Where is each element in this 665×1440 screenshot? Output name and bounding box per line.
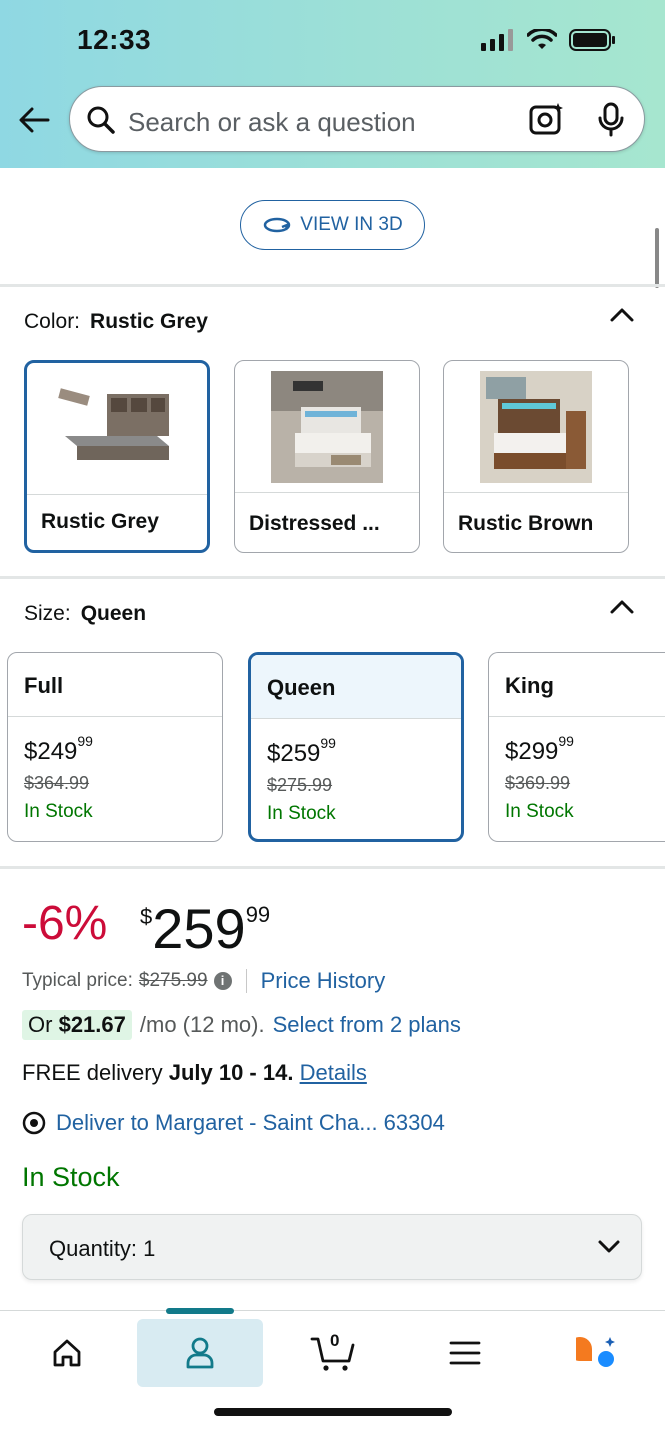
size-selected-value: Queen bbox=[80, 602, 147, 625]
location-pin-icon bbox=[22, 1111, 46, 1135]
monthly-suffix: /mo (12 mo). bbox=[139, 1012, 265, 1037]
current-price: $25999 bbox=[140, 896, 270, 961]
monthly-amount: $21.67 bbox=[58, 1012, 126, 1037]
color-option-distressed[interactable]: Distressed ... bbox=[234, 360, 420, 553]
delivery-details-link[interactable]: Details bbox=[300, 1060, 367, 1085]
size-option-stock: In Stock bbox=[505, 801, 574, 822]
rotate-3d-icon bbox=[264, 217, 291, 233]
product-thumbnail bbox=[235, 361, 419, 493]
size-option-list-price: $364.99 bbox=[24, 773, 90, 793]
scrollbar[interactable] bbox=[655, 228, 659, 288]
view-in-3d-label: VIEW IN 3D bbox=[300, 214, 403, 235]
search-icon bbox=[87, 106, 115, 134]
color-option-label: Distressed ... bbox=[249, 512, 380, 535]
person-icon bbox=[186, 1337, 214, 1369]
active-tab-indicator bbox=[166, 1308, 234, 1314]
search-input[interactable]: Search or ask a question bbox=[128, 107, 416, 138]
size-price-whole: $299 bbox=[505, 738, 559, 765]
bottom-nav: 0 bbox=[0, 1308, 665, 1440]
size-label: Size: bbox=[24, 602, 71, 625]
size-price-whole: $259 bbox=[267, 740, 321, 767]
discount-percent: -6% bbox=[22, 897, 108, 950]
battery-icon bbox=[569, 29, 615, 51]
home-icon bbox=[53, 1339, 81, 1367]
quantity-dropdown[interactable]: Quantity: 1 bbox=[22, 1214, 642, 1280]
size-option-price: $24999 bbox=[24, 733, 93, 766]
delivery-prefix: FREE delivery bbox=[22, 1060, 163, 1085]
size-option-full[interactable]: Full $24999 $364.99 In Stock bbox=[7, 652, 223, 842]
chevron-up-icon[interactable] bbox=[609, 598, 635, 616]
menu-icon bbox=[449, 1341, 481, 1365]
monthly-payment-row: Or $21.67 /mo (12 mo). Select from 2 pla… bbox=[22, 1010, 461, 1040]
monthly-amount-badge: Or $21.67 bbox=[22, 1010, 132, 1040]
price-currency: $ bbox=[140, 904, 153, 929]
home-indicator[interactable] bbox=[214, 1408, 452, 1416]
product-thumbnail bbox=[444, 361, 628, 493]
size-option-king[interactable]: King $29999 $369.99 In Stock bbox=[488, 652, 665, 842]
nav-rufus[interactable] bbox=[534, 1319, 660, 1387]
typical-price-row: Typical price: $275.99 i Price History bbox=[22, 968, 385, 994]
chevron-down-icon bbox=[598, 1240, 620, 1253]
size-option-queen[interactable]: Queen $25999 $275.99 In Stock bbox=[248, 652, 464, 842]
wifi-icon bbox=[527, 29, 557, 49]
back-arrow-icon[interactable] bbox=[16, 102, 52, 138]
size-price-whole: $249 bbox=[24, 738, 78, 765]
color-option-label: Rustic Brown bbox=[458, 512, 594, 535]
size-price-cents: 99 bbox=[77, 733, 93, 749]
color-label: Color: bbox=[24, 310, 81, 333]
status-icons bbox=[481, 28, 617, 52]
nav-cart[interactable]: 0 bbox=[270, 1319, 396, 1387]
nav-account[interactable] bbox=[137, 1319, 263, 1387]
divider bbox=[0, 866, 665, 869]
search-bar[interactable]: Search or ask a question bbox=[69, 86, 645, 152]
price-whole: 259 bbox=[152, 897, 246, 960]
header: 12:33 Search or ask a question bbox=[0, 0, 665, 168]
cart-count: 0 bbox=[330, 1331, 340, 1350]
size-option-stock: In Stock bbox=[24, 801, 93, 822]
typical-price-value: $275.99 bbox=[138, 970, 208, 991]
size-option-name: Queen bbox=[251, 655, 461, 719]
size-option-name: Full bbox=[8, 653, 222, 717]
deliver-to-text: Deliver to Margaret - Saint Cha... 63304 bbox=[56, 1110, 445, 1135]
size-option-price: $25999 bbox=[267, 735, 336, 768]
select-plans-link[interactable]: Select from 2 plans bbox=[273, 1012, 461, 1038]
quantity-label: Quantity: 1 bbox=[49, 1236, 156, 1261]
size-option-list-price: $369.99 bbox=[505, 773, 571, 793]
chevron-up-icon[interactable] bbox=[609, 306, 635, 324]
nav-menu[interactable] bbox=[402, 1319, 528, 1387]
size-section-label: Size: Queen bbox=[24, 602, 146, 626]
price-cents: 99 bbox=[245, 902, 271, 927]
size-option-price: $29999 bbox=[505, 733, 574, 766]
signal-icon bbox=[481, 29, 513, 51]
view-in-3d-button[interactable]: VIEW IN 3D bbox=[240, 200, 425, 250]
typical-price-label: Typical price: bbox=[22, 970, 133, 991]
info-icon[interactable]: i bbox=[213, 972, 232, 990]
monthly-prefix: Or bbox=[28, 1012, 53, 1037]
color-selected-value: Rustic Grey bbox=[90, 310, 208, 333]
color-option-rustic-grey[interactable]: Rustic Grey bbox=[24, 360, 210, 553]
delivery-row: FREE delivery July 10 - 14. Details bbox=[22, 1060, 367, 1086]
size-option-stock: In Stock bbox=[267, 803, 336, 824]
color-option-label: Rustic Grey bbox=[41, 510, 159, 533]
color-option-rustic-brown[interactable]: Rustic Brown bbox=[443, 360, 629, 553]
camera-icon[interactable] bbox=[528, 101, 564, 137]
separator bbox=[245, 969, 247, 993]
deliver-to-link[interactable]: Deliver to Margaret - Saint Cha... 63304 bbox=[22, 1110, 445, 1136]
size-option-name: King bbox=[489, 653, 665, 717]
size-price-cents: 99 bbox=[558, 733, 574, 749]
microphone-icon[interactable] bbox=[596, 101, 626, 139]
product-thumbnail bbox=[27, 363, 207, 495]
price-history-link[interactable]: Price History bbox=[261, 968, 386, 994]
rufus-assistant-icon bbox=[576, 1337, 615, 1367]
divider bbox=[0, 284, 665, 287]
color-section-label: Color: Rustic Grey bbox=[24, 310, 208, 334]
status-time: 12:33 bbox=[77, 24, 152, 55]
size-price-cents: 99 bbox=[320, 735, 336, 751]
size-option-list-price: $275.99 bbox=[267, 775, 333, 795]
nav-home[interactable] bbox=[4, 1319, 130, 1387]
delivery-dates: July 10 - 14. bbox=[168, 1060, 294, 1085]
availability-status: In Stock bbox=[22, 1162, 120, 1192]
divider bbox=[0, 576, 665, 579]
